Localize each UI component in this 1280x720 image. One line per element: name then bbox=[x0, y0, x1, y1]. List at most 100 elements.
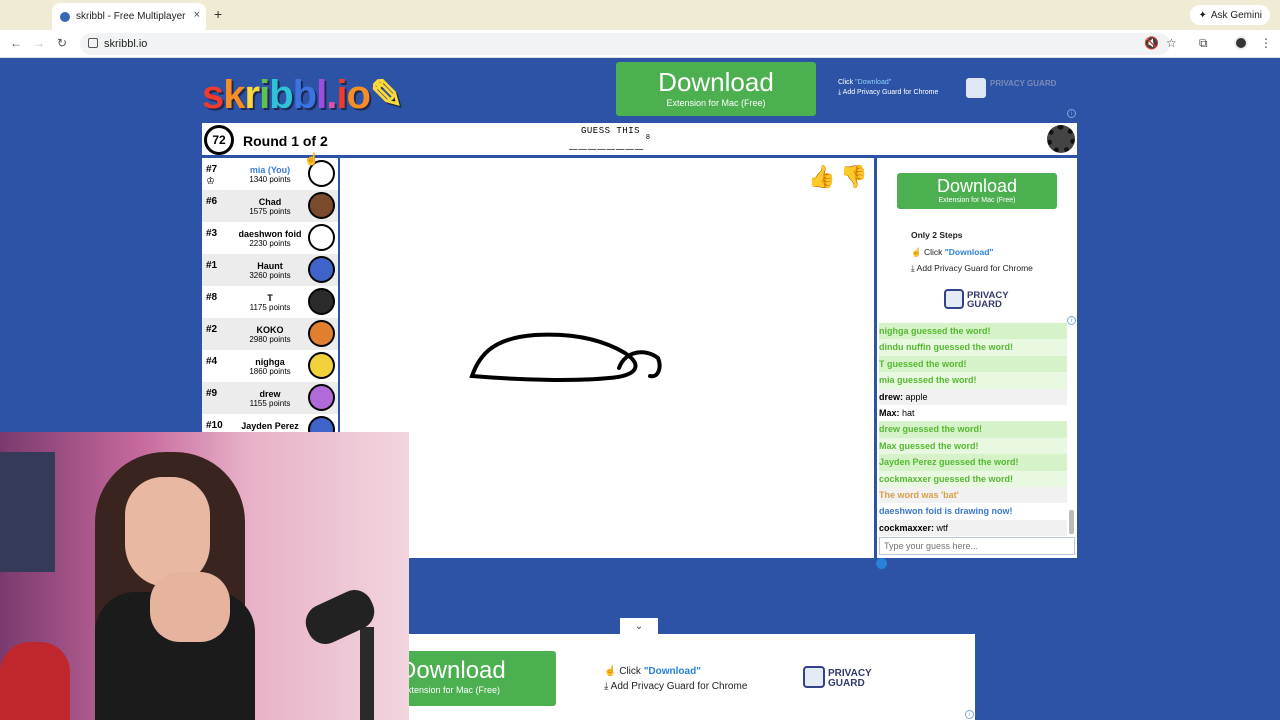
player-points: 1340 points bbox=[249, 175, 291, 184]
click-icon: ☝ bbox=[911, 246, 922, 257]
click-icon: ☝ bbox=[604, 666, 617, 677]
chat-message: Max guessed the word! bbox=[879, 437, 1067, 455]
settings-gear-icon[interactable] bbox=[1047, 125, 1075, 153]
mute-icon[interactable]: 🔇 bbox=[1144, 36, 1159, 50]
browser-tab[interactable]: skribbl - Free Multiplayer Dra × bbox=[52, 3, 206, 30]
side-ad-steps: Only 2 Steps ☝ Click "Download" ⤓ Add Pr… bbox=[911, 227, 1033, 277]
word-length: 8 bbox=[646, 134, 650, 141]
brand-line2: GUARD bbox=[967, 299, 1002, 310]
player-row[interactable]: #4 nighga 1860 points bbox=[202, 350, 338, 382]
player-row[interactable]: #8 T 1175 points bbox=[202, 286, 338, 318]
game-header: 72 Round 1 of 2 GUESS THIS ________ 8 bbox=[202, 123, 1077, 155]
player-name: KOKO bbox=[256, 325, 284, 335]
ad-info-icon[interactable]: i bbox=[965, 710, 974, 719]
player-avatar bbox=[308, 416, 335, 433]
close-tab-icon[interactable]: × bbox=[194, 9, 200, 21]
pointer-hand-icon: ☝ bbox=[304, 152, 319, 166]
chat-message: nighga guessed the word! bbox=[879, 323, 1067, 340]
side-step1-link[interactable]: "Download" bbox=[945, 247, 994, 257]
address-bar[interactable]: skribbl.io bbox=[80, 33, 1170, 55]
download-arrow-icon: ⤓ bbox=[604, 681, 609, 692]
player-points: 1860 points bbox=[249, 367, 291, 376]
browser-toolbar: ← → ↻ skribbl.io 🔇 ☆ ⧉ ⋮ bbox=[0, 30, 1280, 58]
player-points: 1575 points bbox=[249, 207, 291, 216]
side-download-subtitle: Extension for Mac (Free) bbox=[938, 197, 1016, 204]
player-rank: #3 bbox=[206, 228, 218, 239]
player-rank: #10 bbox=[206, 420, 223, 431]
side-download-button[interactable]: Download Extension for Mac (Free) bbox=[897, 173, 1057, 209]
privacy-guard-icon bbox=[944, 289, 964, 309]
chat-message: Max: hat bbox=[879, 405, 1067, 421]
bottom-ad-steps: ☝ Click "Download" ⤓ Add Privacy Guard f… bbox=[604, 664, 747, 694]
menu-kebab-icon[interactable]: ⋮ bbox=[1260, 36, 1272, 50]
chat-message: dindu nuffin guessed the word! bbox=[879, 339, 1067, 356]
drawing-canvas[interactable]: 👍 👎 bbox=[340, 158, 874, 558]
player-name: Jayden Perez bbox=[241, 421, 299, 431]
top-ad-steps: Click "Download" ⤓ Add Privacy Guard for… bbox=[838, 79, 939, 96]
chat-user: drew: bbox=[879, 391, 904, 402]
url-text: skribbl.io bbox=[104, 38, 148, 50]
chair bbox=[0, 642, 70, 720]
player-name: nighga bbox=[255, 357, 285, 367]
drawing-strokes bbox=[469, 332, 662, 382]
bottom-download-subtitle: Extension for Mac (Free) bbox=[409, 685, 501, 695]
player-rank: #4 bbox=[206, 356, 218, 367]
player-points: 1155 points bbox=[249, 399, 291, 408]
new-tab-button[interactable]: + bbox=[214, 6, 222, 22]
player-avatar bbox=[308, 288, 335, 315]
profile-avatar[interactable] bbox=[1234, 36, 1248, 50]
ad-info-icon[interactable]: i bbox=[1067, 316, 1076, 325]
tab-title: skribbl - Free Multiplayer Dra bbox=[76, 11, 188, 22]
player-avatar bbox=[308, 192, 335, 219]
site-info-icon[interactable] bbox=[88, 38, 98, 48]
top-step1-link[interactable]: "Download" bbox=[855, 79, 891, 86]
side-download-label: Download bbox=[936, 176, 1018, 196]
chat-text: apple bbox=[903, 391, 928, 402]
browser-tab-bar: skribbl - Free Multiplayer Dra × + ✦ Ask… bbox=[0, 0, 1280, 30]
bottom-download-label: Download bbox=[409, 657, 506, 684]
player-row[interactable]: #1 Haunt 3260 points bbox=[202, 254, 338, 286]
chat-scrollbar[interactable] bbox=[1069, 510, 1074, 534]
top-download-button[interactable]: Download Extension for Mac (Free) bbox=[616, 62, 816, 116]
top-download-subtitle: Extension for Mac (Free) bbox=[666, 98, 766, 108]
bottom-step1-prefix: Click bbox=[619, 666, 641, 677]
bottom-download-button[interactable]: Download Extension for Mac (Free) bbox=[409, 651, 556, 706]
timer-clock-icon: 72 bbox=[204, 125, 234, 155]
chat-user: cockmaxxer: bbox=[879, 522, 935, 533]
round-indicator: Round 1 of 2 bbox=[243, 133, 328, 149]
player-row[interactable]: #2 KOKO 2980 points bbox=[202, 318, 338, 350]
player-rank: #7 bbox=[206, 164, 218, 175]
player-name: Chad bbox=[258, 197, 282, 207]
pin-icon[interactable] bbox=[876, 558, 887, 569]
player-row[interactable]: #3 daeshwon foid 2230 points bbox=[202, 222, 338, 254]
forward-icon[interactable]: → bbox=[33, 36, 45, 50]
player-row[interactable]: #10 Jayden Perez bbox=[202, 414, 338, 433]
player-row[interactable]: #6 Chad 1575 points bbox=[202, 190, 338, 222]
top-brand: PRIVACY GUARD bbox=[990, 79, 1057, 88]
reload-icon[interactable]: ↻ bbox=[57, 36, 67, 50]
player-avatar bbox=[308, 256, 335, 283]
player-avatar bbox=[308, 320, 335, 347]
bottom-step1-link[interactable]: "Download" bbox=[644, 666, 701, 677]
chat-text: wtf bbox=[934, 522, 949, 533]
favicon-icon bbox=[60, 11, 70, 22]
side-step1-prefix: Click bbox=[923, 246, 943, 257]
player-rank: #8 bbox=[206, 292, 218, 303]
crown-icon: ♔ bbox=[206, 176, 215, 187]
collapse-chevron-icon[interactable]: ⌄ bbox=[620, 618, 658, 635]
privacy-guard-logo: PRIVACY GUARD bbox=[803, 666, 883, 690]
ad-info-icon[interactable]: i bbox=[1067, 109, 1076, 118]
back-icon[interactable]: ← bbox=[10, 36, 22, 50]
guess-input[interactable] bbox=[879, 537, 1075, 555]
chat-message: mia guessed the word! bbox=[879, 372, 1067, 389]
word-hint: ________ bbox=[569, 137, 645, 153]
ask-gemini-button[interactable]: ✦ Ask Gemini bbox=[1190, 5, 1270, 25]
tab-search-icon[interactable]: ⧉ bbox=[1199, 36, 1208, 51]
player-row[interactable]: #9 drew 1155 points bbox=[202, 382, 338, 414]
bookmark-star-icon[interactable]: ☆ bbox=[1166, 36, 1177, 50]
chat-message: cockmaxxer guessed the word! bbox=[879, 470, 1067, 487]
chat-message: daeshwon foid is drawing now! bbox=[879, 506, 1013, 517]
player-points: 2980 points bbox=[249, 335, 291, 344]
chat-user: Max: bbox=[879, 407, 900, 418]
webcam-overlay bbox=[0, 432, 409, 720]
